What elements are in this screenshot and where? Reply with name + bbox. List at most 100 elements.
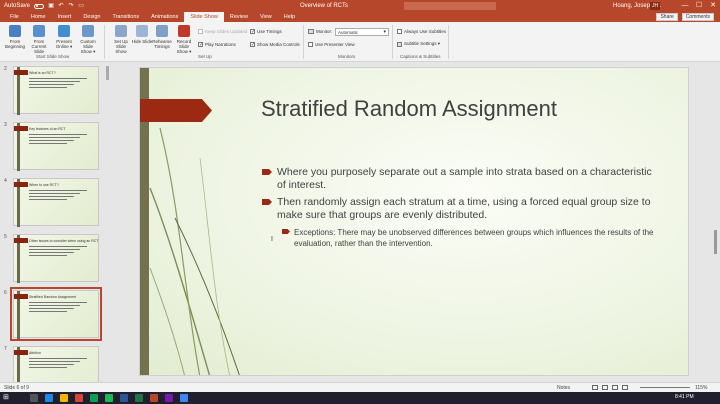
use-presenter-view-checkbox[interactable]: Use Presenter View: [308, 42, 355, 47]
thumbnail-number: 7: [4, 346, 7, 352]
ribbon: From Beginning From Current Slide Presen…: [0, 22, 720, 62]
tab-design[interactable]: Design: [77, 12, 106, 22]
taskbar-clock[interactable]: 8:41 PM: [675, 394, 694, 400]
present-online-button[interactable]: Present Online ▾: [53, 25, 75, 49]
show-media-controls-checkbox[interactable]: ✓ Show Media Controls: [250, 42, 300, 48]
undo-icon[interactable]: ↶: [58, 3, 64, 9]
close-button[interactable]: ✕: [706, 0, 720, 12]
explorer-icon[interactable]: [60, 394, 68, 402]
slide-thumbnail-pane: 2 What is an RCT? 3 Key features of an RCT 4…: [0, 62, 108, 382]
excel-icon[interactable]: [135, 394, 143, 402]
save-icon[interactable]: ▣: [48, 3, 54, 9]
powerpoint-icon[interactable]: [150, 394, 158, 402]
view-buttons[interactable]: [592, 385, 628, 390]
tab-help[interactable]: Help: [278, 12, 301, 22]
bullet-2[interactable]: Then randomly assign each stratum at a t…: [262, 196, 657, 222]
slide-thumbnail[interactable]: When to use RCT?: [13, 178, 99, 227]
subtitle-settings-button[interactable]: Subtitle Settings ▾: [397, 41, 440, 47]
redo-icon[interactable]: ↷: [68, 3, 74, 9]
slide-thumbnail[interactable]: Stratified Random Assignment: [10, 287, 102, 341]
taskbar: ⊞ 8:41 PM: [0, 392, 720, 404]
ribbon-tabs: File Home Insert Design Transitions Animation…: [0, 12, 720, 22]
onenote-icon[interactable]: [165, 394, 173, 402]
thumbnail-scrollbar[interactable]: [106, 66, 109, 80]
thumbnail-title: Other issues to consider when using an R…: [29, 239, 99, 243]
status-bar: Slide 6 of 9 Notes 115%: [0, 382, 720, 392]
notes-button[interactable]: Notes: [557, 385, 570, 391]
thumbnail-title: Key features of an RCT: [29, 127, 66, 131]
search-taskbar-icon[interactable]: [30, 394, 38, 402]
thumbnail-title: Attrition: [29, 351, 41, 355]
rehearse-timings-button[interactable]: Rehearse Timings: [151, 25, 173, 49]
sub-bullet[interactable]: Exceptions: There may be unobserved diff…: [282, 227, 654, 249]
thumbnail-number: 4: [4, 178, 7, 184]
autosave-label: AutoSave: [4, 3, 31, 9]
thumbnail-title: Stratified Random Assignment: [29, 295, 77, 299]
tab-home[interactable]: Home: [25, 12, 52, 22]
slide-counter: Slide 6 of 9: [4, 385, 30, 391]
avatar[interactable]: JH: [650, 2, 660, 10]
title-bar: AutoSave ▣ ↶ ↷ ▭ Overview of RCTs Hoang,…: [0, 0, 720, 12]
maximize-button[interactable]: ☐: [692, 0, 706, 12]
document-title: Overview of RCTs: [300, 3, 349, 9]
tab-transitions[interactable]: Transitions: [106, 12, 145, 22]
slide-canvas[interactable]: Stratified Random Assignment Where you p…: [139, 67, 689, 376]
word-icon[interactable]: [120, 394, 128, 402]
thumbnail-number: 3: [4, 122, 7, 128]
captions-group-label: Captions & Subtitles: [400, 54, 441, 59]
thumbnail-number: 2: [4, 66, 7, 72]
slide-thumbnail[interactable]: What is an RCT?: [13, 66, 99, 115]
start-group-label: Start Slide Show: [36, 54, 70, 59]
spotify-icon[interactable]: [105, 394, 113, 402]
thumbnail-title: When to use RCT?: [29, 183, 59, 187]
windows-start-icon[interactable]: ⊞: [3, 394, 11, 402]
play-narrations-checkbox[interactable]: ✓ Play Narrations: [198, 42, 236, 48]
autosave-toggle[interactable]: [34, 3, 45, 9]
monitor-dropdown[interactable]: Automatic: [335, 28, 389, 36]
keep-slides-updated-checkbox[interactable]: Keep Slides Updated: [198, 29, 247, 34]
tab-review[interactable]: Review: [224, 12, 254, 22]
slideshow-view-icon: [622, 385, 628, 390]
custom-slide-show-button[interactable]: Custom Slide Show ▾: [77, 25, 99, 54]
monitors-group-label: Monitors: [338, 54, 356, 59]
zoom-slider[interactable]: [640, 387, 690, 388]
tab-view[interactable]: View: [254, 12, 278, 22]
present-icon[interactable]: ▭: [78, 3, 84, 9]
slide-thumbnail[interactable]: Attrition: [13, 346, 99, 382]
normal-view-icon: [592, 385, 598, 390]
comments-button[interactable]: Comments: [681, 13, 714, 21]
from-beginning-button[interactable]: From Beginning: [4, 25, 26, 49]
bullet-1[interactable]: Where you purposely separate out a sampl…: [262, 166, 657, 192]
use-timings-checkbox[interactable]: ✓ Use Timings: [250, 29, 282, 35]
monitor-label: Monitor:: [308, 29, 332, 34]
setup-group-label: Set Up: [198, 54, 212, 59]
sorter-view-icon: [602, 385, 608, 390]
chrome-icon[interactable]: [180, 394, 188, 402]
minimize-button[interactable]: —: [678, 0, 692, 12]
tab-slide-show[interactable]: Slide Show: [184, 12, 224, 22]
tab-animations[interactable]: Animations: [145, 12, 184, 22]
tab-insert[interactable]: Insert: [52, 12, 78, 22]
thumbnail-number: 5: [4, 234, 7, 240]
slide-thumbnail[interactable]: Key features of an RCT: [13, 122, 99, 171]
hide-slide-button[interactable]: Hide Slide: [131, 25, 153, 44]
record-slide-show-button[interactable]: Record Slide Show ▾: [173, 25, 195, 54]
reading-view-icon: [612, 385, 618, 390]
thumbnail-title: What is an RCT?: [29, 71, 56, 75]
slide-thumbnail[interactable]: Other issues to consider when using an R…: [13, 234, 99, 283]
mail-icon[interactable]: [75, 394, 83, 402]
text-cursor-icon: I: [271, 236, 273, 243]
slide-scrollbar[interactable]: [712, 62, 720, 382]
edge-icon[interactable]: [45, 394, 53, 402]
app-icon[interactable]: [90, 394, 98, 402]
search-box[interactable]: [404, 2, 496, 10]
share-button[interactable]: Share: [656, 13, 678, 21]
title-arrow-decor: [140, 99, 212, 122]
zoom-level[interactable]: 115%: [695, 385, 707, 391]
always-use-subtitles-checkbox[interactable]: Always Use Subtitles: [397, 29, 446, 34]
tab-file[interactable]: File: [4, 12, 25, 22]
set-up-slide-show-button[interactable]: Set Up Slide Show: [110, 25, 132, 54]
slide-title[interactable]: Stratified Random Assignment: [261, 96, 557, 122]
from-current-slide-button[interactable]: From Current Slide: [28, 25, 50, 54]
thumbnail-number: 6: [4, 290, 7, 296]
